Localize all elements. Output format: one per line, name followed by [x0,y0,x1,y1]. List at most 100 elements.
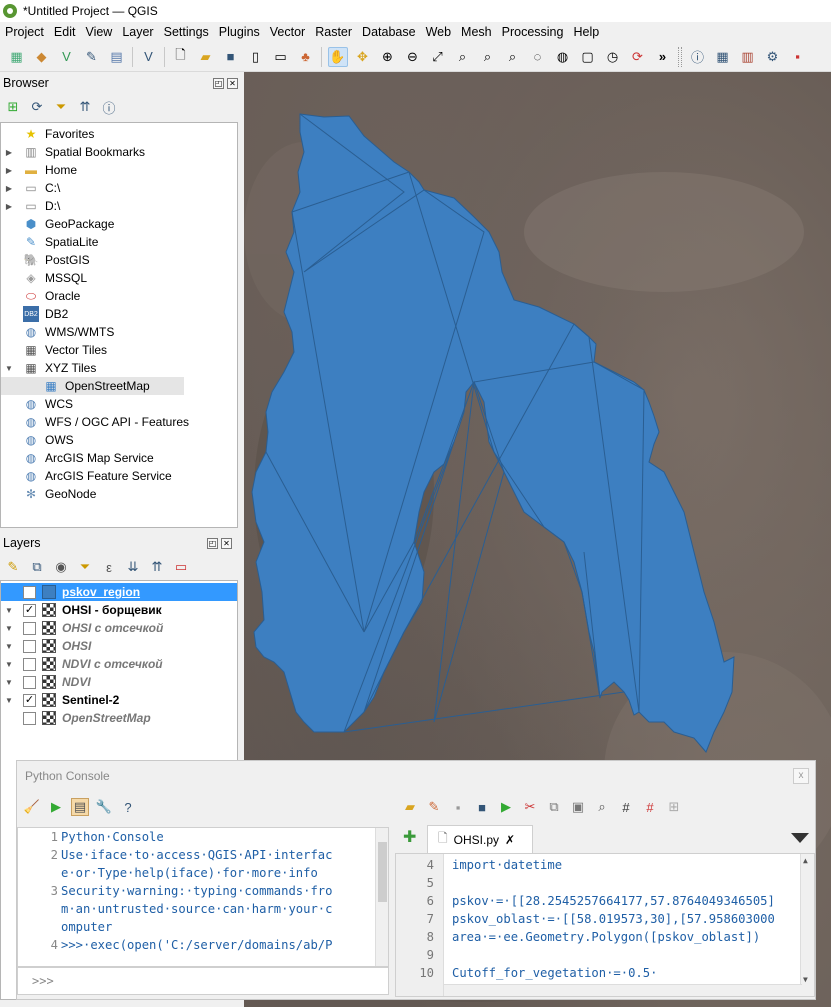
layer-visibility-checkbox[interactable] [23,657,36,671]
layer-visibility-checkbox[interactable]: ✓ [23,603,36,617]
browser-item-spatialite[interactable]: ✎ SpatiaLite [1,233,237,251]
layer-visibility-checkbox[interactable] [23,621,36,635]
expand-arrow-icon[interactable]: ▶ [3,202,15,211]
show-editor-icon[interactable]: ▤ [71,798,89,816]
close-panel-icon[interactable]: ✕ [221,537,232,549]
menu-help[interactable]: Help [568,25,604,39]
pan-to-selection-icon[interactable]: ✥ [353,47,373,67]
expand-arrow-icon[interactable]: ▶ [3,166,15,175]
run-script-icon[interactable]: ▶ [497,798,515,816]
layer-visibility-checkbox[interactable] [23,675,36,689]
vector-toolbar-icon[interactable]: V [139,47,159,67]
options-icon[interactable]: 🔧 [95,798,113,816]
float-panel-icon[interactable]: ◰ [213,77,224,89]
browser-item-wcs[interactable]: ◍ WCS [1,395,237,413]
menu-processing[interactable]: Processing [497,25,569,39]
menu-edit[interactable]: Edit [49,25,81,39]
uncomment-icon[interactable]: # [641,798,659,816]
layer-visibility-checkbox[interactable] [23,639,36,653]
layer-row-ndvi-cutoff[interactable]: ▼ NDVI с отсечкой [1,655,237,673]
collapse-arrow-icon[interactable]: ▼ [3,364,15,373]
browser-item-db2[interactable]: DB2 DB2 [1,305,237,323]
layer-visibility-checkbox[interactable]: ✓ [23,693,36,707]
comment-icon[interactable]: # [617,798,635,816]
script-editor[interactable]: 4 import·datetime 5 6 pskov·=·[[28.25452… [395,853,815,997]
editor-tab-ohsi[interactable]: 🗋 OHSI.py ✗ [427,825,533,853]
cut-icon[interactable]: ✂ [521,798,539,816]
new-project-icon[interactable]: 🗋 [171,47,191,67]
browser-item-c-drive[interactable]: ▶ ▭ C:\ [1,179,237,197]
menu-vector[interactable]: Vector [265,25,310,39]
scroll-down-icon[interactable]: ▼ [803,975,808,984]
browser-item-openstreetmap[interactable]: ▦ OpenStreetMap [1,377,184,395]
browser-item-ows[interactable]: ◍ OWS [1,431,237,449]
browser-item-geopackage[interactable]: ⬢ GeoPackage [1,215,237,233]
paste-icon[interactable]: ▣ [569,798,587,816]
expand-arrow-icon[interactable]: ▼ [3,660,15,669]
save-icon[interactable]: ▪ [449,798,467,816]
menu-plugins[interactable]: Plugins [214,25,265,39]
expand-arrow-icon[interactable]: ▼ [3,696,15,705]
open-script-icon[interactable]: ▰ [401,798,419,816]
collapse-all-icon[interactable]: ⇈ [147,557,167,577]
zoom-in-icon[interactable]: ⊕ [378,47,398,67]
new-editor-tab-icon[interactable]: ✚ [403,830,416,846]
browser-item-vector-tiles[interactable]: ▦ Vector Tiles [1,341,237,359]
shell-scrollbar[interactable] [375,828,388,966]
add-layer-icon[interactable]: ◆ [32,47,52,67]
zoom-to-layer-icon[interactable]: ⌕ [478,47,498,67]
zoom-full-icon[interactable]: ⤢ [428,47,448,67]
info-icon[interactable]: ⓘ [99,97,119,117]
zoom-out-icon[interactable]: ⊖ [403,47,423,67]
open-project-icon[interactable]: ▰ [196,47,216,67]
layer-visibility-checkbox[interactable] [23,711,36,725]
scrollbar-thumb[interactable] [378,842,387,902]
zoom-native-icon[interactable]: ⌕ [503,47,523,67]
expand-arrow-icon[interactable]: ▼ [3,642,15,651]
settings-gear-icon[interactable]: ⚙ [763,47,783,67]
layer-visibility-checkbox[interactable]: ✓ [23,585,36,599]
toolbar-handle[interactable] [678,46,682,67]
open-in-external-editor-icon[interactable]: ✎ [425,798,443,816]
browser-item-postgis[interactable]: 🐘 PostGIS [1,251,237,269]
remove-layer-icon[interactable]: ▭ [171,557,191,577]
browser-item-favorites[interactable]: ★ Favorites [1,125,237,143]
save-project-icon[interactable]: ■ [221,47,241,67]
collapse-all-icon[interactable]: ⇈ [75,97,95,117]
help-icon[interactable]: ? [119,798,137,816]
copy-icon[interactable]: ⧉ [545,798,563,816]
add-raster-icon[interactable]: ▤ [107,47,127,67]
browser-item-mssql[interactable]: ◈ MSSQL [1,269,237,287]
new-map-view-icon[interactable]: ▢ [578,47,598,67]
browser-item-wfs[interactable]: ◍ WFS / OGC API - Features [1,413,237,431]
find-icon[interactable]: ⌕ [593,798,611,816]
layout-manager-icon[interactable]: ▭ [271,47,291,67]
browser-item-d-drive[interactable]: ▶ ▭ D:\ [1,197,237,215]
expand-arrow-icon[interactable]: ▶ [3,148,15,157]
run-command-icon[interactable]: ▶ [47,798,65,816]
browser-item-oracle[interactable]: ⬭ Oracle [1,287,237,305]
zoom-next-icon[interactable]: ◍ [553,47,573,67]
zoom-to-selection-icon[interactable]: ⌕ [453,47,473,67]
layer-row-ohsi-borshchevik[interactable]: ▼ ✓ OHSI - борщевик [1,601,237,619]
add-group-icon[interactable]: ⧉ [27,557,47,577]
menu-project[interactable]: Project [0,25,49,39]
toolbar-more-icon[interactable]: » [653,47,673,67]
layer-row-ohsi-cutoff[interactable]: ▼ OHSI с отсечкой [1,619,237,637]
add-vector-layer-icon[interactable]: V [57,47,77,67]
menu-database[interactable]: Database [357,25,421,39]
add-selected-layers-icon[interactable]: ⊞ [3,97,23,117]
close-console-icon[interactable]: x [793,768,809,784]
layer-row-ohsi[interactable]: ▼ OHSI [1,637,237,655]
filter-icon[interactable]: ⏷ [51,97,71,117]
layer-styling-icon[interactable]: ✎ [3,557,23,577]
new-print-layout-icon[interactable]: ▯ [246,47,266,67]
console-input[interactable]: >>> [17,967,389,995]
expand-arrow-icon[interactable]: ▼ [3,624,15,633]
scroll-up-icon[interactable]: ▲ [803,856,808,865]
object-inspector-icon[interactable]: ⊞ [665,798,683,816]
clear-console-icon[interactable]: 🧹 [23,798,41,816]
temporal-controller-icon[interactable]: ◷ [603,47,623,67]
manage-visibility-icon[interactable]: ◉ [51,557,71,577]
filter-legend-icon[interactable]: ⏷ [75,557,95,577]
